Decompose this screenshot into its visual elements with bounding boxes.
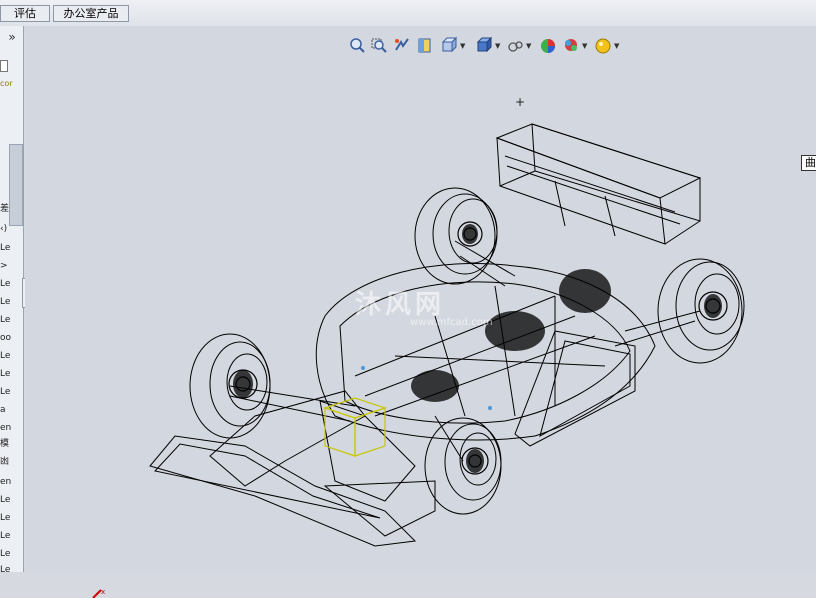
command-manager-tabs: 评估 办公室产品 [0,0,816,26]
tree-item[interactable]: 凼 [0,457,9,467]
tree-item[interactable]: en [0,477,11,487]
watermark-logo: 沐风网 [355,290,446,320]
tree-item[interactable]: a [0,405,6,415]
chevron-down-icon[interactable]: ▼ [614,42,619,50]
tree-item[interactable]: en [0,423,11,433]
reference-triad-icon: x [92,588,105,598]
tree-item[interactable]: Le [0,297,10,307]
tree-item[interactable]: Le [0,315,10,325]
tree-item[interactable]: ‹) [0,224,7,234]
tree-scrollbar[interactable] [9,144,23,226]
tab-office-products[interactable]: 办公室产品 [53,5,129,22]
entity-tooltip: 曲面-输 [801,155,816,171]
expand-panel-button[interactable]: » [0,28,23,46]
edit-appearance-icon[interactable] [539,36,557,56]
tree-item[interactable]: Le [0,279,10,289]
filter-field[interactable] [0,60,8,72]
zoom-to-fit-icon[interactable] [348,36,366,56]
tree-item[interactable]: 模 [0,439,9,449]
tree-item[interactable]: Le [0,369,10,379]
tab-evaluate[interactable]: 评估 [0,5,50,22]
tree-item[interactable]: Le [0,565,10,572]
view-settings-icon[interactable] [594,36,612,56]
tree-item[interactable]: > [0,261,8,271]
chevron-down-icon[interactable]: ▼ [582,42,587,50]
display-style-icon[interactable] [475,36,493,56]
view-orientation-icon[interactable] [440,36,458,56]
svg-text:x: x [101,588,105,596]
graphics-area[interactable]: ▼ ▼ ▼ ▼ ▼ + 沐风网 www.mfcad.com 曲 x [25,26,816,598]
zoom-to-area-icon[interactable] [370,36,388,56]
tree-item[interactable]: Le [0,243,10,253]
cursor-crosshair-icon: + [515,95,526,109]
previous-view-icon[interactable] [393,36,411,56]
chevron-down-icon[interactable]: ▼ [460,42,465,50]
race-car-wireframe-model[interactable] [135,116,775,576]
tree-item[interactable]: oo [0,333,11,343]
tree-item[interactable]: Le [0,387,10,397]
tree-item[interactable]: Le [0,513,10,523]
tree-item[interactable]: 差 [0,204,9,214]
tree-item[interactable]: cor [0,79,13,89]
tree-item[interactable]: Le [0,495,10,505]
section-view-icon[interactable] [416,36,434,56]
feature-manager-panel: » cor 差 ‹) Le > Le Le Le oo Le Le Le a e… [0,26,24,572]
tree-item[interactable]: Le [0,531,10,541]
hide-show-items-icon[interactable] [507,36,525,56]
apply-scene-icon[interactable] [562,36,580,56]
tree-item[interactable]: Le [0,549,10,559]
chevron-down-icon[interactable]: ▼ [495,42,500,50]
chevron-down-icon[interactable]: ▼ [526,42,531,50]
tree-item[interactable]: Le [0,351,10,361]
watermark-url: www.mfcad.com [410,317,493,328]
